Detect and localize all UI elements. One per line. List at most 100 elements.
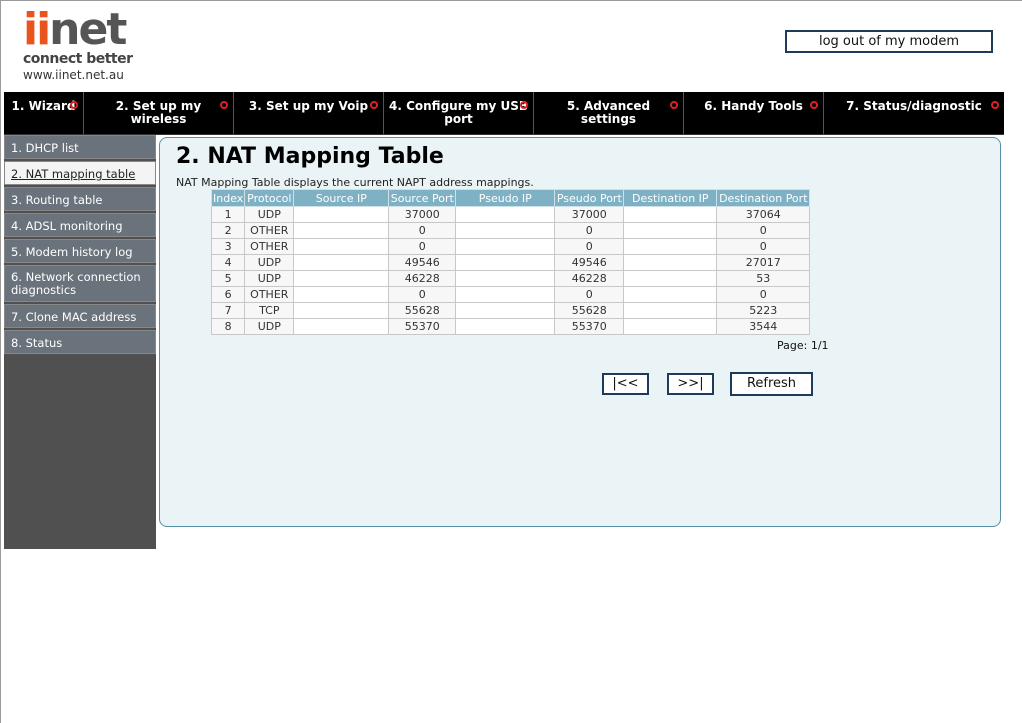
sidebar-item-history[interactable]: 5. Modem history log (4, 239, 156, 263)
table-cell: 49546 (554, 254, 625, 271)
sidebar: 1. DHCP list 2. NAT mapping table 3. Rou… (4, 135, 156, 549)
table-cell: 7 (210, 302, 246, 319)
table-cell: 0 (388, 286, 457, 303)
table-cell (293, 206, 390, 223)
table-cell (623, 286, 718, 303)
sidebar-item-adsl[interactable]: 4. ADSL monitoring (4, 213, 156, 237)
table-cell: 37000 (388, 206, 457, 223)
column-header: Protocol (244, 189, 295, 207)
table-cell: 55370 (554, 318, 625, 335)
nav-wizard[interactable]: 1. Wizard (4, 92, 84, 134)
column-header: Pseudo Port (554, 189, 625, 207)
table-cell: UDP (244, 254, 295, 271)
nav-wireless[interactable]: 2. Set up my wireless (84, 92, 234, 134)
nav-label: 5. Advanced (566, 99, 651, 113)
table-cell (293, 286, 390, 303)
sidebar-label: diagnostics (11, 283, 77, 297)
sidebar-item-clone-mac[interactable]: 7. Clone MAC address (4, 304, 156, 328)
table-cell (455, 238, 556, 255)
table-cell (455, 254, 556, 271)
table-cell: 2 (210, 222, 246, 239)
table-row: 5 UDP 46228 46228 53 (210, 270, 811, 287)
status-dot-icon (991, 101, 999, 109)
table-header-row: Index Protocol Source IP Source Port Pse… (210, 189, 811, 207)
sidebar-item-routing[interactable]: 3. Routing table (4, 187, 156, 211)
table-cell: 46228 (554, 270, 625, 287)
nav-advanced[interactable]: 5. Advanced settings (534, 92, 684, 134)
table-cell: 55628 (388, 302, 457, 319)
table-cell: 6 (210, 286, 246, 303)
table-cell: 0 (716, 286, 811, 303)
nav-label: settings (580, 112, 637, 126)
table-cell: 49546 (388, 254, 457, 271)
table-cell: UDP (244, 206, 295, 223)
table-cell (293, 302, 390, 319)
table-cell: 5223 (716, 302, 811, 319)
refresh-button[interactable]: Refresh (730, 372, 813, 396)
table-cell: UDP (244, 270, 295, 287)
column-header: Destination IP (623, 189, 718, 207)
table-cell: 46228 (388, 270, 457, 287)
column-header: Source IP (293, 189, 390, 207)
status-dot-icon (70, 101, 78, 109)
table-cell (455, 206, 556, 223)
table-cell: OTHER (244, 286, 295, 303)
table-cell (293, 254, 390, 271)
nav-handy-tools[interactable]: 6. Handy Tools (684, 92, 824, 134)
table-row: 7 TCP 55628 55628 5223 (210, 302, 811, 319)
nav-usb[interactable]: 4. Configure my USB port (384, 92, 534, 134)
top-navigation: 1. Wizard 2. Set up my wireless 3. Set u… (4, 92, 1004, 135)
logo-net: net (49, 4, 127, 55)
table-cell: 0 (554, 222, 625, 239)
logout-button[interactable]: log out of my modem (785, 30, 993, 53)
table-row: 3 OTHER 0 0 0 (210, 238, 811, 255)
logo-url: www.iinet.net.au (23, 68, 124, 82)
nav-label: 6. Handy Tools (704, 99, 803, 113)
table-cell (623, 254, 718, 271)
status-dot-icon (520, 101, 528, 109)
table-cell: 55370 (388, 318, 457, 335)
logo-tagline: connect better (23, 51, 133, 67)
table-cell: 0 (554, 286, 625, 303)
table-row: 8 UDP 55370 55370 3544 (210, 318, 811, 335)
table-cell: 4 (210, 254, 246, 271)
table-cell: 5 (210, 270, 246, 287)
nav-label: 1. Wizard (11, 99, 76, 113)
table-cell: 37064 (716, 206, 811, 223)
table-row: 1 UDP 37000 37000 37064 (210, 206, 811, 223)
nav-voip[interactable]: 3. Set up my Voip (234, 92, 384, 134)
table-cell: TCP (244, 302, 295, 319)
nav-status[interactable]: 7. Status/diagnostic (824, 92, 1004, 134)
table-cell: 0 (388, 238, 457, 255)
nav-label: 4. Configure my USB (389, 99, 528, 113)
table-cell: 8 (210, 318, 246, 335)
table-row: 2 OTHER 0 0 0 (210, 222, 811, 239)
page-title: 2. NAT Mapping Table (176, 144, 444, 169)
content-panel: 2. NAT Mapping Table NAT Mapping Table d… (159, 137, 1001, 527)
sidebar-item-diagnostics[interactable]: 6. Network connection diagnostics (4, 265, 156, 302)
table-cell: 3 (210, 238, 246, 255)
table-row: 4 UDP 49546 49546 27017 (210, 254, 811, 271)
nat-table: Index Protocol Source IP Source Port Pse… (210, 189, 811, 335)
nav-label: 3. Set up my Voip (248, 99, 369, 113)
table-cell: 3544 (716, 318, 811, 335)
table-cell (455, 286, 556, 303)
first-page-button[interactable]: |<< (602, 373, 649, 395)
status-dot-icon (810, 101, 818, 109)
table-cell: 1 (210, 206, 246, 223)
table-cell (455, 318, 556, 335)
sidebar-item-nat[interactable]: 2. NAT mapping table (4, 161, 156, 185)
table-cell (455, 270, 556, 287)
table-cell: 37000 (554, 206, 625, 223)
table-row: 6 OTHER 0 0 0 (210, 286, 811, 303)
sidebar-item-status[interactable]: 8. Status (4, 330, 156, 354)
column-header: Destination Port (716, 189, 811, 207)
table-cell (455, 222, 556, 239)
last-page-button[interactable]: >>| (667, 373, 714, 395)
logo: iinet connect better (23, 8, 143, 68)
table-cell: UDP (244, 318, 295, 335)
sidebar-item-dhcp[interactable]: 1. DHCP list (4, 135, 156, 159)
table-cell (623, 238, 718, 255)
status-dot-icon (670, 101, 678, 109)
page-description: NAT Mapping Table displays the current N… (176, 176, 534, 189)
